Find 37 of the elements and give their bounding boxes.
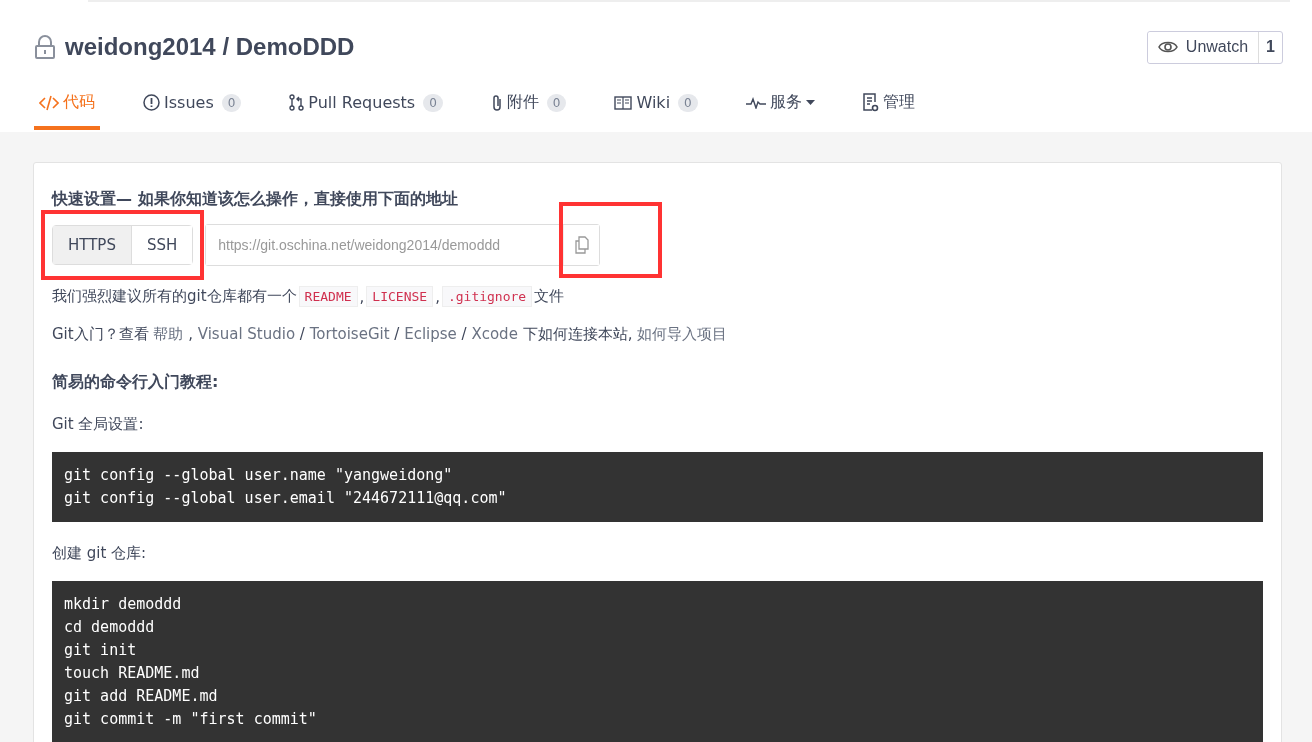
step-label: Git 全局设置: (52, 415, 145, 434)
document-gear-icon (862, 93, 879, 112)
repo-title: weidong2014 / DemoDDD (65, 33, 355, 61)
code-icon (39, 94, 59, 111)
recommendation-text: 我们强烈建议所有的git仓库都有一个 README , LICENSE , .gitignore 文件 (52, 286, 566, 307)
copy-icon (572, 236, 591, 254)
help-link[interactable]: TortoiseGit (309, 325, 390, 343)
protocol-button[interactable]: HTTPS (53, 226, 132, 264)
help-link[interactable]: 帮助 (153, 325, 184, 343)
help-text: Git入门？查看 帮助 , Visual Studio / TortoiseGit / Eclipse / Xcode 下如何连接本站, 如何导入项目 (52, 325, 729, 344)
count-badge: 0 (423, 93, 443, 112)
help-link[interactable]: Xcode (471, 325, 518, 343)
book-icon (614, 95, 633, 110)
code-block: mkdir demoddd cd demoddd git init touch README.md git add README.md git commit -m "first commit" (52, 581, 1263, 742)
nav-tab[interactable]: 管理 (857, 89, 920, 130)
nav-tab[interactable]: 附件 0 (485, 89, 572, 130)
section-heading: 快速设置— 如果你知道该怎么操作，直接使用下面的地址 (52, 189, 459, 210)
nav-tab[interactable]: 服务 (740, 89, 820, 130)
help-link[interactable]: Eclipse (404, 325, 457, 343)
code-block: git config --global user.name "yangweidong" git config --global user.email "244672111@qq.com" (52, 452, 1263, 522)
alert-icon (143, 94, 160, 111)
watch-count[interactable]: 1 (1258, 31, 1282, 63)
nav-tab[interactable]: Wiki 0 (609, 89, 703, 130)
step-label: 创建 git 仓库: (52, 544, 148, 563)
pulse-icon (745, 96, 766, 109)
eye-icon (1157, 40, 1178, 54)
count-badge: 0 (221, 93, 242, 112)
paperclip-icon (490, 93, 503, 112)
help-link[interactable]: Visual Studio (197, 325, 296, 343)
nav-tab[interactable]: Pull Requests 0 (284, 89, 448, 130)
section-heading: 简易的命令行入门教程: (52, 372, 220, 393)
nav-tab[interactable]: Issues 0 (138, 89, 247, 130)
pull-request-icon (289, 94, 305, 111)
copy-button[interactable] (563, 225, 600, 265)
help-link[interactable]: 如何导入项目 (637, 325, 728, 343)
count-badge: 0 (678, 93, 698, 112)
count-badge: 0 (546, 93, 567, 112)
